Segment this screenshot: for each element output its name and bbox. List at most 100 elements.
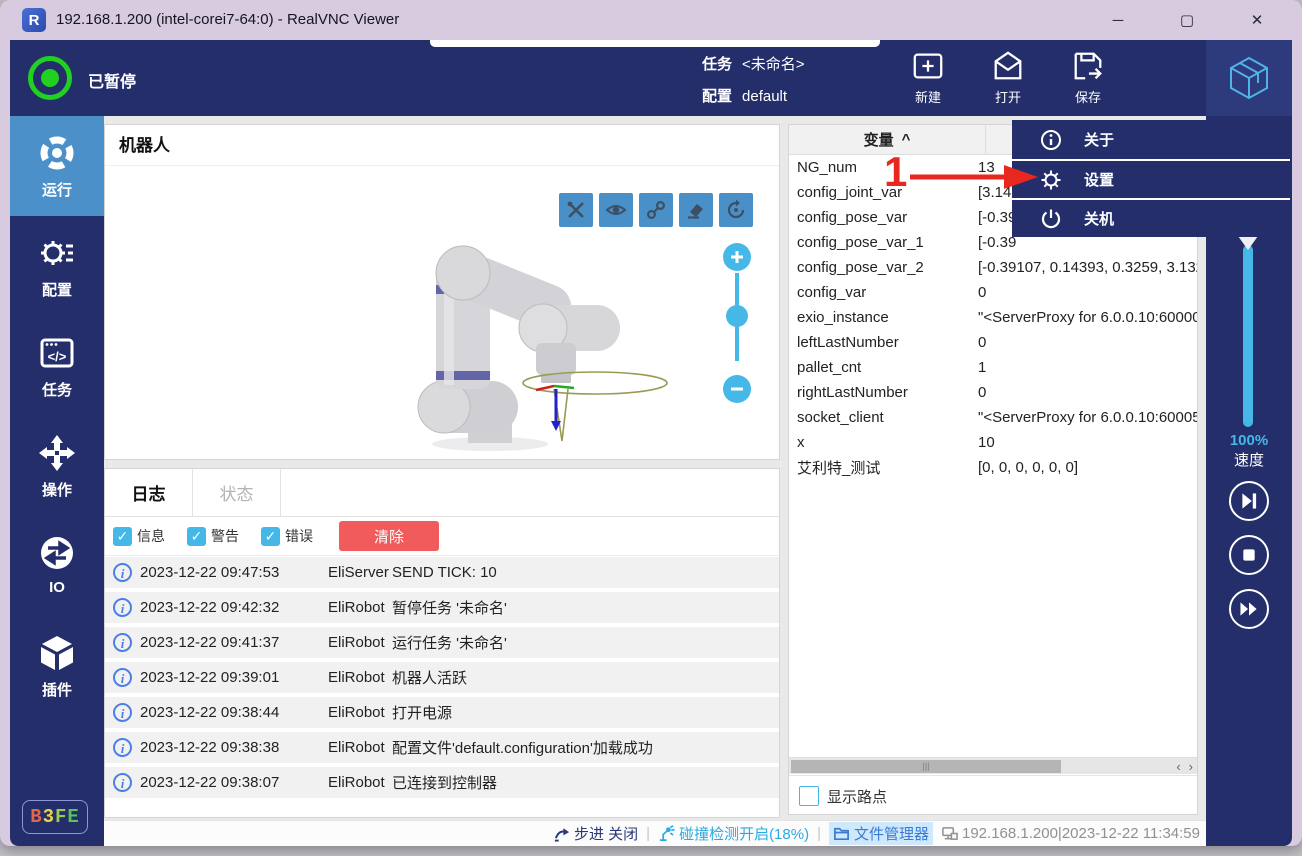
error-filter-checkbox[interactable]: ✓ bbox=[261, 527, 280, 546]
view-reset-rotation-button[interactable] bbox=[719, 193, 753, 227]
view-eraser-button[interactable] bbox=[679, 193, 713, 227]
variable-row[interactable]: config_pose_var_2 [-0.39107, 0.14393, 0.… bbox=[789, 255, 1197, 280]
stop-button[interactable] bbox=[1229, 535, 1269, 575]
sidebar-item-run[interactable]: 运行 bbox=[10, 116, 104, 216]
chevron-left-icon[interactable]: ‹ bbox=[1176, 759, 1180, 774]
skip-icon bbox=[1231, 483, 1267, 519]
status-label: 已暂停 bbox=[88, 68, 136, 92]
log-entry-row[interactable]: i 2023-12-22 09:39:01 EliRobot 机器人活跃 bbox=[105, 662, 779, 693]
file-manager-button[interactable]: 文件管理器 bbox=[829, 822, 933, 845]
step-play-button[interactable] bbox=[1229, 481, 1269, 521]
zoom-slider-handle[interactable] bbox=[726, 305, 748, 327]
zoom-out-button[interactable] bbox=[723, 375, 751, 403]
variables-header-label: 变量 bbox=[864, 129, 894, 150]
sidebar-item-configure[interactable]: 配置 bbox=[10, 216, 104, 316]
variable-row[interactable]: config_var 0 bbox=[789, 280, 1197, 305]
warning-filter-checkbox[interactable]: ✓ bbox=[187, 527, 206, 546]
variable-row[interactable]: leftLastNumber 0 bbox=[789, 330, 1197, 355]
show-waypoints-checkbox[interactable] bbox=[799, 786, 819, 806]
app-header: 已暂停 任务<未命名> 配置default 新建 打开 bbox=[10, 40, 1292, 116]
separator: | bbox=[817, 825, 821, 842]
variable-row[interactable]: exio_instance "<ServerProxy for 6.0.0.10… bbox=[789, 305, 1197, 330]
app-logo-button[interactable] bbox=[1206, 40, 1292, 116]
run-icon bbox=[37, 133, 77, 173]
connection-status: 192.168.1.200|2023-12-22 11:34:59 bbox=[941, 825, 1200, 842]
menu-item-shutdown[interactable]: 关机 bbox=[1012, 198, 1290, 237]
log-entry-row[interactable]: i 2023-12-22 09:38:44 EliRobot 打开电源 bbox=[105, 697, 779, 728]
sidebar-item-operate[interactable]: 操作 bbox=[10, 416, 104, 516]
title-bar: R 192.168.1.200 (intel-corei7-64:0) - Re… bbox=[0, 0, 1302, 40]
clear-log-button[interactable]: 清除 bbox=[339, 521, 439, 551]
system-dropdown-menu: 关于 设置 关机 bbox=[1012, 120, 1290, 237]
log-entry-row[interactable]: i 2023-12-22 09:41:37 EliRobot 运行任务 '未命名… bbox=[105, 627, 779, 658]
view-tools-button[interactable] bbox=[559, 193, 593, 227]
log-message: 机器人活跃 bbox=[392, 667, 779, 688]
open-task-button[interactable]: 打开 bbox=[976, 46, 1040, 110]
new-task-button[interactable]: 新建 bbox=[896, 46, 960, 110]
variable-row[interactable]: 艾利特_测试 [0, 0, 0, 0, 0, 0] bbox=[789, 455, 1197, 480]
annotation-number: 1 bbox=[884, 148, 907, 195]
variable-name: config_pose_var_2 bbox=[789, 259, 978, 276]
menu-item-settings[interactable]: 设置 bbox=[1012, 159, 1290, 198]
speed-slider[interactable] bbox=[1243, 245, 1253, 427]
view-visibility-button[interactable] bbox=[599, 193, 633, 227]
save-task-button[interactable]: 保存 bbox=[1056, 46, 1120, 110]
task-field: 任务<未命名> bbox=[702, 53, 805, 74]
log-tabs: 日志 状态 bbox=[105, 469, 779, 517]
variable-row[interactable]: socket_client "<ServerProxy for 6.0.0.10… bbox=[789, 405, 1197, 430]
sidebar-item-task[interactable]: </> 任务 bbox=[10, 316, 104, 416]
robot-3d-view[interactable] bbox=[340, 243, 670, 458]
tab-status[interactable]: 状态 bbox=[193, 469, 281, 516]
fast-forward-button[interactable] bbox=[1229, 589, 1269, 629]
step-mode-status[interactable]: 步进 关闭 bbox=[553, 823, 638, 844]
log-entry-row[interactable]: i 2023-12-22 09:42:32 EliRobot 暂停任务 '未命名… bbox=[105, 592, 779, 623]
collision-status[interactable]: 碰撞检测开启(18%) bbox=[658, 823, 809, 844]
variable-row[interactable]: x 10 bbox=[789, 430, 1197, 455]
log-timestamp: 2023-12-22 09:39:01 bbox=[140, 669, 328, 686]
sidebar-item-label: 配置 bbox=[42, 279, 72, 300]
variable-name: rightLastNumber bbox=[789, 384, 978, 401]
sidebar-item-plugin[interactable]: 插件 bbox=[10, 616, 104, 716]
variable-value: 0 bbox=[978, 284, 1197, 301]
badge-letter: B bbox=[30, 806, 42, 828]
filter-warning: ✓ 警告 bbox=[187, 526, 253, 546]
minimize-button[interactable]: ─ bbox=[1095, 0, 1141, 40]
variable-value: 10 bbox=[978, 434, 1197, 451]
sidebar-nav: 运行 配置 < bbox=[10, 116, 104, 846]
vnc-toolbar-collapsed[interactable] bbox=[430, 40, 880, 47]
scrollbar-chevrons: ‹ › bbox=[1176, 758, 1193, 775]
filter-info: ✓ 信息 bbox=[113, 526, 179, 546]
info-icon: i bbox=[113, 773, 132, 792]
scrollbar-thumb[interactable]: ||| bbox=[791, 760, 1061, 773]
version-badge: B 3 F E bbox=[22, 800, 88, 834]
folder-icon bbox=[833, 825, 850, 842]
variable-name: config_var bbox=[789, 284, 978, 301]
sidebar-item-io[interactable]: IO bbox=[10, 516, 104, 616]
tab-log[interactable]: 日志 bbox=[105, 469, 193, 516]
variable-row[interactable]: rightLastNumber 0 bbox=[789, 380, 1197, 405]
info-filter-checkbox[interactable]: ✓ bbox=[113, 527, 132, 546]
log-source: EliRobot bbox=[328, 704, 392, 721]
variable-row[interactable]: pallet_cnt 1 bbox=[789, 355, 1197, 380]
maximize-button[interactable]: ▢ bbox=[1164, 0, 1210, 40]
menu-item-about[interactable]: 关于 bbox=[1012, 120, 1290, 159]
status-dot bbox=[41, 69, 59, 87]
zoom-in-button[interactable] bbox=[723, 243, 751, 271]
variable-name: exio_instance bbox=[789, 309, 978, 326]
log-entry-row[interactable]: i 2023-12-22 09:38:07 EliRobot 已连接到控制器 bbox=[105, 767, 779, 798]
log-entry-row[interactable]: i 2023-12-22 09:47:53 EliServer SEND TIC… bbox=[105, 557, 779, 588]
separator: | bbox=[646, 825, 650, 842]
horizontal-scrollbar[interactable]: ||| ‹ › bbox=[789, 757, 1197, 774]
speed-slider-handle[interactable] bbox=[1238, 236, 1258, 250]
robot-status-indicator[interactable] bbox=[28, 56, 72, 100]
close-button[interactable]: ✕ bbox=[1234, 0, 1280, 40]
log-entry-row[interactable]: i 2023-12-22 09:38:38 EliRobot 配置文件'defa… bbox=[105, 732, 779, 763]
variable-value: "<ServerProxy for 6.0.0.10:60005, bbox=[978, 409, 1197, 426]
variable-name: config_pose_var bbox=[789, 209, 978, 226]
open-icon bbox=[991, 49, 1025, 83]
chevron-right-icon[interactable]: › bbox=[1189, 759, 1193, 774]
new-file-icon bbox=[911, 49, 945, 83]
view-path-button[interactable] bbox=[639, 193, 673, 227]
badge-letter: E bbox=[67, 806, 79, 828]
task-icon: </> bbox=[37, 333, 77, 373]
